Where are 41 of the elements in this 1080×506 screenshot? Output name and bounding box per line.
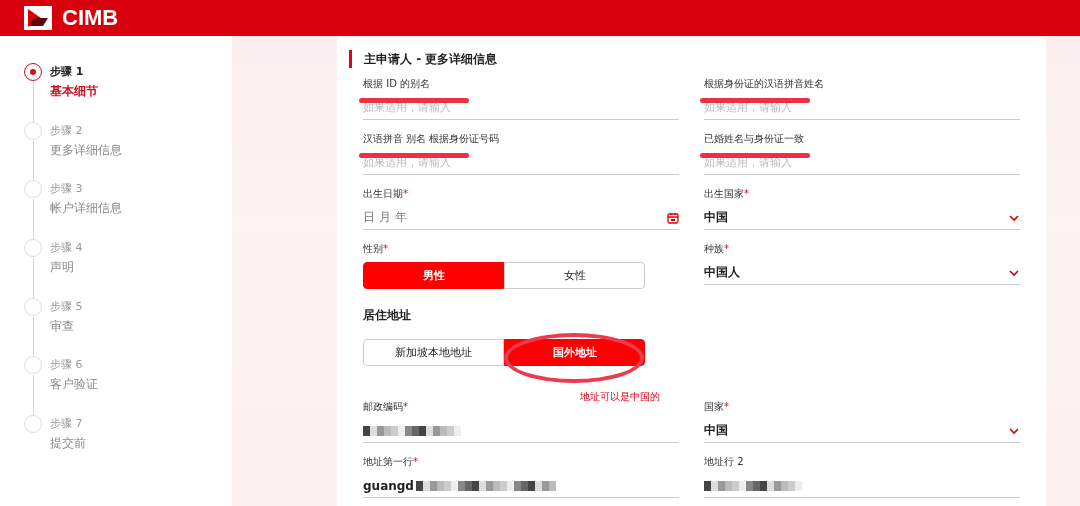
step-title[interactable]: 基本细节 [50,83,98,100]
step-number: 步骤 6 [50,357,84,373]
calendar-icon[interactable] [667,211,679,224]
select-field[interactable]: 中国人 [704,261,1020,285]
logo-text: CIMB [62,5,119,31]
field-label: 根据身份证的汉语拼音姓名 [704,77,825,91]
step-number: 步骤 4 [50,240,83,256]
step-title[interactable]: 审查 [50,317,83,335]
step-title[interactable]: 声明 [50,259,83,277]
field-label: 国家* [704,400,730,414]
step-title[interactable]: 提交前 [50,435,86,453]
field-label: 汉语拼音 别名 根据身份证号码 [363,132,501,146]
step-number: 步骤 1 [50,64,85,79]
step-number: 步骤 3 [50,181,84,197]
step-number: 步骤 7 [50,416,84,432]
card-title: 主申请人 - 更多详细信息 [349,50,1020,68]
toggle-option[interactable]: 女性 [504,262,645,289]
select-field[interactable]: 中国 [704,419,1020,443]
step-title[interactable]: 帐户详细信息 [50,200,122,218]
field-label: 地址行 2 [704,455,745,469]
step-title[interactable]: 客户验证 [50,376,98,394]
field-label: 出生国家* [704,187,750,201]
toggle-option[interactable]: 新加坡本地地址 [363,339,504,366]
logo-icon [24,6,52,30]
annotation-note: 地址可以是中国的 [580,390,660,404]
select-field[interactable]: 中国 [704,206,1020,230]
text-field[interactable]: guangd [363,474,679,498]
field-label: 性别* [363,242,389,256]
section-title: 居住地址 [363,307,412,324]
step-number: 步骤 5 [50,298,83,314]
field-label: 种族* [704,242,730,256]
toggle-option[interactable]: 国外地址 [504,339,645,366]
field-label: 根据 ID 的别名 [363,77,431,91]
field-label: 地址第一行* [363,455,419,469]
toggle-option[interactable]: 男性 [363,262,504,289]
step-number: 步骤 2 [50,122,84,138]
date-field[interactable]: 日 月 年 [363,206,679,230]
field-label: 出生日期* [363,187,409,201]
step-title[interactable]: 更多详细信息 [50,141,122,159]
field-label: 邮政编码* [363,400,409,414]
field-label: 已婚姓名与身份证一致 [704,132,805,146]
